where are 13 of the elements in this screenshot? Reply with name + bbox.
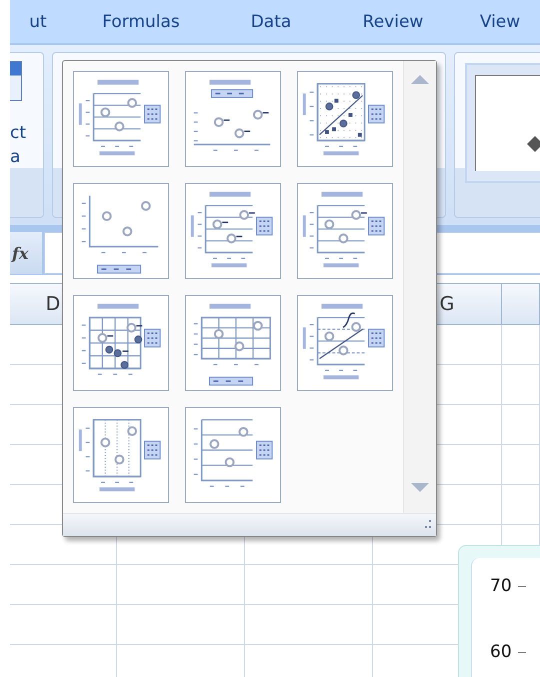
column-header[interactable]: G bbox=[440, 293, 454, 315]
axis-label: 70 bbox=[490, 575, 512, 598]
ribbon-tab[interactable]: Data bbox=[216, 12, 326, 32]
ribbon-tab[interactable]: Formulas bbox=[66, 12, 216, 32]
ribbon-tab[interactable]: ut bbox=[10, 12, 66, 32]
group-button-label[interactable]: a bbox=[10, 145, 43, 169]
ribbon-tab[interactable]: View bbox=[460, 12, 540, 32]
ribbon-tab[interactable]: Review bbox=[326, 12, 460, 32]
axis-label: 60 bbox=[490, 641, 512, 664]
group-button-label[interactable]: ct bbox=[10, 121, 43, 145]
chart-frame[interactable]: 70 60 bbox=[458, 545, 540, 677]
column-header[interactable]: D bbox=[46, 293, 60, 315]
insert-function-button[interactable]: fx bbox=[10, 232, 44, 274]
